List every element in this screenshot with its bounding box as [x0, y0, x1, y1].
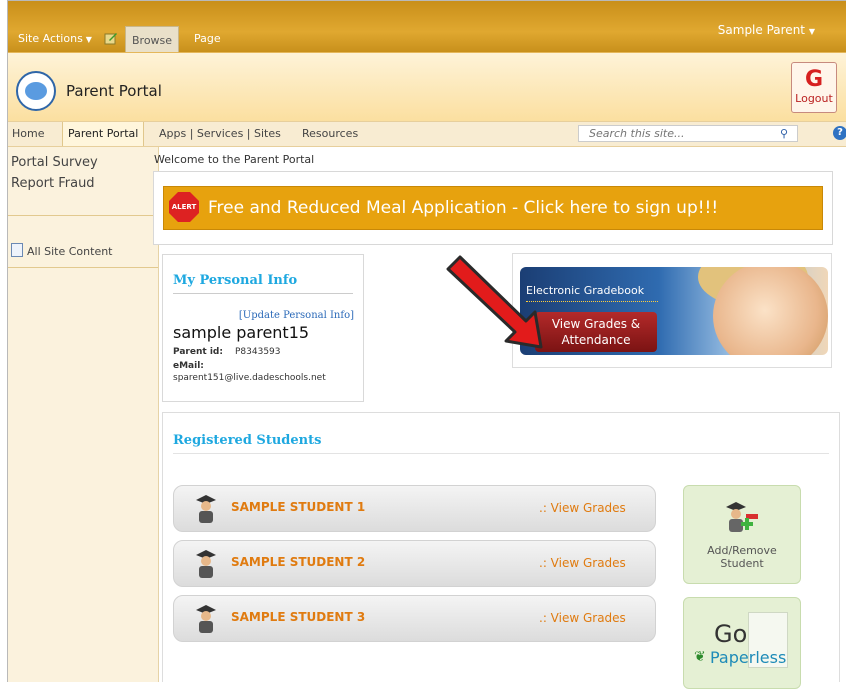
quick-launch: Portal Survey Report Fraud All Site Cont…	[8, 147, 159, 682]
dotted-divider	[526, 301, 658, 302]
personal-info-card: My Personal Info [Update Personal Info] …	[162, 254, 364, 402]
student-name: SAMPLE STUDENT 3	[231, 610, 366, 624]
registered-students-panel: Registered Students SAMPLE STUDENT 1 .: …	[162, 412, 840, 689]
page-breadcrumb: Welcome to the Parent Portal	[154, 153, 315, 166]
search-box: ⚲	[578, 125, 798, 142]
parent-id-value: P8343593	[235, 347, 281, 357]
view-grades-link[interactable]: .: View Grades	[539, 556, 626, 570]
alert-text: Free and Reduced Meal Application - Clic…	[208, 198, 719, 218]
gradebook-title: Electronic Gradebook	[526, 284, 645, 297]
edit-page-icon[interactable]	[104, 31, 118, 45]
logout-icon: G	[804, 67, 824, 92]
alert-panel: ALERT Free and Reduced Meal Application …	[153, 171, 833, 245]
update-personal-info-link[interactable]: [Update Personal Info]	[239, 310, 354, 321]
email-value: sparent151@live.dadeschools.net	[173, 373, 326, 383]
alert-stop-icon: ALERT	[169, 192, 199, 222]
parent-name: sample parent15	[173, 323, 310, 342]
divider	[173, 453, 829, 454]
chevron-down-icon: ▼	[808, 27, 815, 36]
sidebar-item-report-fraud[interactable]: Report Fraud	[11, 176, 95, 191]
search-input[interactable]	[579, 126, 777, 141]
site-actions-label: Site Actions	[18, 32, 83, 45]
student-name: SAMPLE STUDENT 1	[231, 500, 366, 514]
logout-button[interactable]: G Logout	[791, 62, 837, 113]
site-header: Parent Portal G Logout	[8, 52, 846, 122]
view-grades-link[interactable]: .: View Grades	[539, 501, 626, 515]
student-photo	[713, 267, 828, 355]
go-paperless-button[interactable]: Go ❦ Paperless	[683, 597, 801, 689]
sidebar-divider	[8, 253, 158, 268]
registered-students-title: Registered Students	[173, 433, 322, 448]
student-row[interactable]: SAMPLE STUDENT 1 .: View Grades	[173, 485, 656, 532]
graduate-icon	[196, 495, 216, 523]
gradebook-panel: Electronic Gradebook View Grades & Atten…	[512, 253, 832, 368]
site-actions-menu[interactable]: Site Actions ▼	[18, 32, 92, 45]
nav-home[interactable]: Home	[12, 127, 44, 140]
tab-browse[interactable]: Browse	[125, 26, 180, 53]
add-remove-student-button[interactable]: Add/Remove Student	[683, 485, 801, 584]
go-label: Go	[714, 620, 748, 648]
graduate-icon	[196, 605, 216, 633]
sidebar-divider	[8, 215, 158, 216]
paperless-label: Paperless	[710, 648, 787, 667]
tab-page[interactable]: Page	[194, 32, 221, 45]
divider	[173, 293, 353, 294]
view-grades-attendance-button[interactable]: View Grades & Attendance	[535, 312, 657, 352]
add-remove-student-label: Add/Remove Student	[707, 544, 777, 570]
view-grades-link[interactable]: .: View Grades	[539, 611, 626, 625]
electronic-gradebook-banner[interactable]: Electronic Gradebook View Grades & Atten…	[520, 267, 828, 355]
user-menu[interactable]: Sample Parent ▼	[718, 23, 815, 37]
help-icon[interactable]: ?	[833, 126, 846, 140]
chevron-down-icon: ▼	[85, 35, 92, 44]
meal-application-banner[interactable]: ALERT Free and Reduced Meal Application …	[163, 186, 823, 230]
user-name: Sample Parent	[717, 23, 806, 37]
parent-id-label: Parent id:	[173, 347, 223, 357]
sidebar-item-portal-survey[interactable]: Portal Survey	[11, 155, 98, 170]
student-row[interactable]: SAMPLE STUDENT 2 .: View Grades	[173, 540, 656, 587]
leaf-icon: ❦	[694, 649, 706, 665]
nav-apps-services-sites[interactable]: Apps | Services | Sites	[159, 127, 281, 140]
graduate-icon	[196, 550, 216, 578]
nav-resources[interactable]: Resources	[302, 127, 358, 140]
nav-parent-portal[interactable]: Parent Portal	[62, 122, 145, 146]
logout-label: Logout	[795, 92, 833, 105]
top-navigation: Home Parent Portal Apps | Services | Sit…	[8, 121, 846, 147]
school-logo[interactable]	[16, 71, 56, 111]
student-row[interactable]: SAMPLE STUDENT 3 .: View Grades	[173, 595, 656, 642]
add-student-icon	[726, 502, 758, 532]
site-title[interactable]: Parent Portal	[66, 82, 162, 100]
ribbon-bar: Site Actions ▼ Browse Page Sample Parent …	[8, 1, 846, 53]
student-name: SAMPLE STUDENT 2	[231, 555, 366, 569]
personal-info-title: My Personal Info	[173, 273, 298, 288]
search-icon[interactable]: ⚲	[771, 126, 797, 141]
email-label: eMail:	[173, 361, 204, 371]
